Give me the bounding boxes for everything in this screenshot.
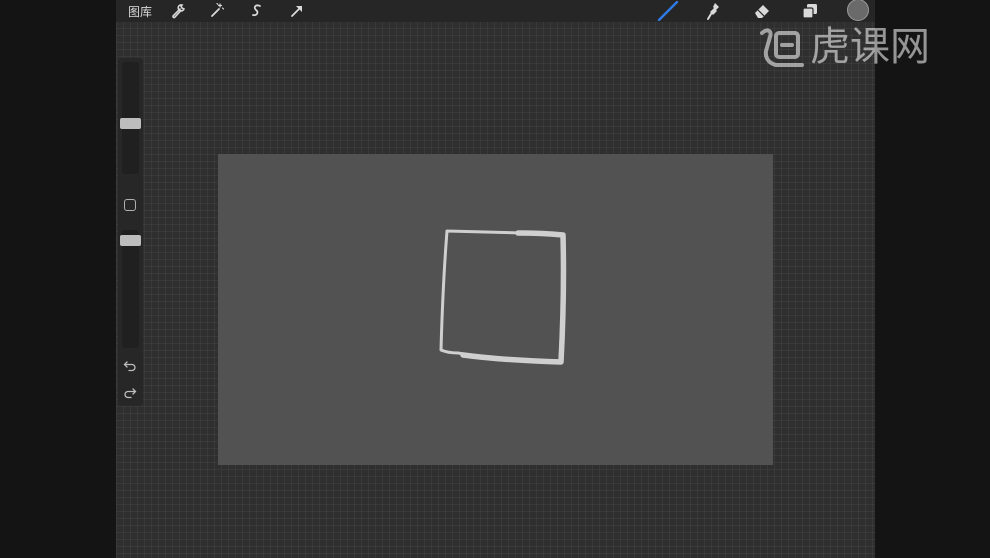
color-swatch[interactable] — [847, 0, 869, 21]
left-sidebar — [118, 58, 143, 406]
smudge-icon[interactable] — [704, 1, 724, 21]
undo-icon[interactable] — [123, 359, 137, 373]
opacity-slider[interactable] — [120, 230, 141, 348]
eraser-icon[interactable] — [752, 1, 772, 21]
drawn-square-thick-edges — [460, 230, 567, 365]
drawing-canvas[interactable] — [218, 154, 773, 465]
wrench-icon[interactable] — [168, 1, 188, 21]
selection-s-icon[interactable] — [247, 1, 267, 21]
brush-size-slider[interactable] — [120, 62, 141, 174]
layers-icon[interactable] — [800, 1, 820, 21]
gallery-button[interactable]: 图库 — [128, 3, 152, 20]
transform-arrow-icon[interactable] — [287, 1, 307, 21]
opacity-thumb[interactable] — [120, 235, 141, 246]
modify-square-icon[interactable] — [124, 199, 136, 211]
brush-icon[interactable] — [656, 1, 680, 21]
top-toolbar: 图库 — [116, 0, 875, 22]
procreate-app: 图库 — [116, 0, 875, 558]
magic-wand-icon[interactable] — [206, 1, 226, 21]
redo-icon[interactable] — [123, 386, 137, 400]
watermark-logo-icon — [760, 28, 804, 67]
canvas-drawing — [439, 229, 567, 365]
watermark-text: 虎课网 — [810, 24, 930, 70]
drawn-square-stroke — [439, 229, 565, 363]
brush-size-thumb[interactable] — [120, 118, 141, 129]
watermark: 虎课网 — [758, 20, 972, 74]
